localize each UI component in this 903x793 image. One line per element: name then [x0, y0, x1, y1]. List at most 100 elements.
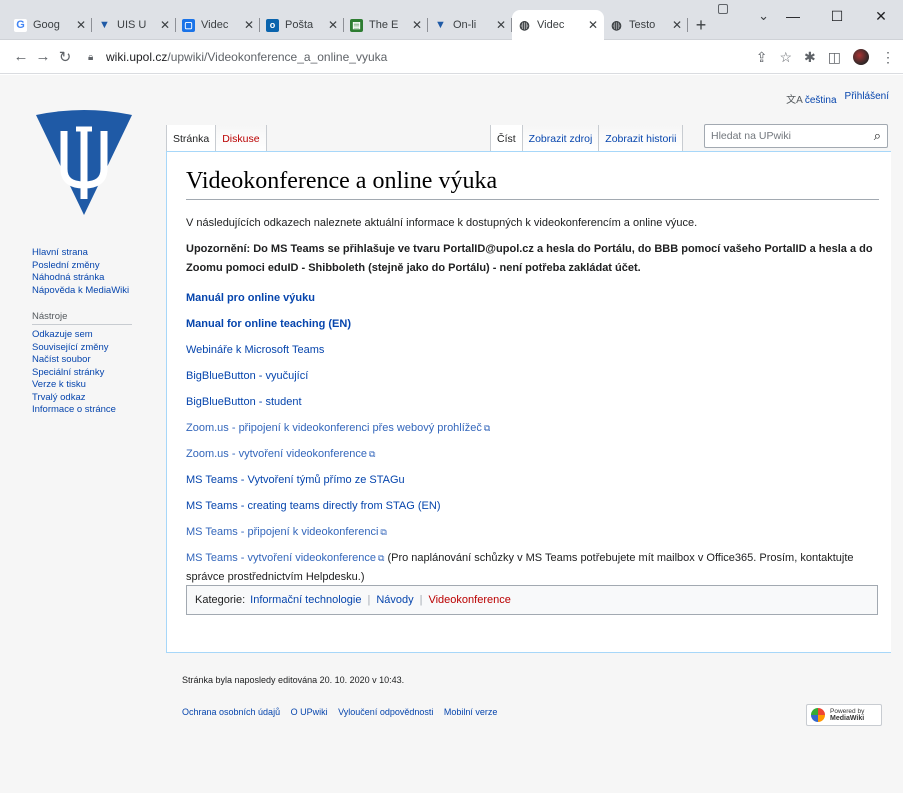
- language-icon: 文A: [786, 95, 803, 106]
- browser-tab[interactable]: ▼ On-li ✕: [428, 10, 512, 40]
- tab-title: Videc: [537, 19, 565, 31]
- language-link[interactable]: čeština: [805, 95, 837, 106]
- tab-view-source[interactable]: Zobrazit zdroj: [522, 125, 600, 151]
- link-teams-create[interactable]: MS Teams - vytvoření videokonference: [186, 552, 376, 564]
- mediawiki-label: MediaWiki: [830, 715, 865, 722]
- notice-text: Upozornění: Do MS Teams se přihlašuje ve…: [186, 243, 873, 274]
- browser-tab[interactable]: o Pošta ✕: [260, 10, 344, 40]
- link-bbb-teacher[interactable]: BigBlueButton - vyučující: [186, 370, 308, 382]
- link-zoom-create[interactable]: Zoom.us - vytvoření videokonference: [186, 448, 367, 460]
- sidebar-item-related-changes[interactable]: Související změny: [32, 342, 109, 353]
- upol-logo[interactable]: [34, 107, 134, 217]
- share-icon[interactable]: ⇪: [756, 49, 768, 66]
- link-list: Manuál pro online výuku Manual for onlin…: [186, 285, 879, 587]
- login-link[interactable]: Přihlášení: [845, 91, 889, 106]
- sidebar-item-printable[interactable]: Verze k tisku: [32, 379, 86, 390]
- forward-icon[interactable]: →: [32, 48, 54, 65]
- close-icon[interactable]: ✕: [588, 18, 598, 32]
- tab-discussion[interactable]: Diskuse: [216, 125, 267, 151]
- footer: Stránka byla naposledy editována 20. 10.…: [182, 675, 892, 717]
- category-guides[interactable]: Návody: [376, 594, 413, 606]
- tab-title: On-li: [453, 19, 477, 31]
- divider: |: [419, 594, 423, 606]
- external-link-icon: ⧉: [368, 449, 376, 459]
- side-panel-icon[interactable]: ◫: [828, 49, 841, 66]
- link-teams-webinars[interactable]: Webináře k Microsoft Teams: [186, 344, 324, 356]
- main-content: Videokonference a online výuka V následu…: [166, 151, 891, 653]
- address-bar[interactable]: 🔒︎ wiki.upol.cz/upwiki/Videokonference_a…: [88, 45, 738, 69]
- sidebar-item-random-page[interactable]: Náhodná stránka: [32, 272, 104, 283]
- tab-search-icon[interactable]: [718, 4, 728, 14]
- close-icon[interactable]: ✕: [672, 18, 682, 32]
- tab-title: Goog: [33, 19, 60, 31]
- tab-title: Testo: [629, 19, 656, 31]
- intro-text: V následujících odkazech naleznete aktuá…: [186, 217, 698, 229]
- toolbar-actions: ⇪ ☆ ✱ ◫ ⋮: [756, 40, 895, 74]
- category-label: Kategorie:: [195, 594, 246, 606]
- link-teams-stag-en[interactable]: MS Teams - creating teams directly from …: [186, 500, 440, 512]
- category-it[interactable]: Informační technologie: [250, 594, 361, 606]
- close-icon[interactable]: ✕: [244, 18, 254, 32]
- powered-by-mediawiki-badge[interactable]: Powered by MediaWiki: [806, 704, 882, 726]
- doc-icon: ▤: [350, 18, 363, 32]
- back-icon[interactable]: ←: [10, 48, 32, 65]
- close-window-icon[interactable]: ✕: [859, 0, 903, 32]
- sidebar-item-permalink[interactable]: Trvalý odkaz: [32, 392, 86, 403]
- chevron-down-icon[interactable]: ⌄: [758, 8, 769, 24]
- browser-tab[interactable]: ▤ The E ✕: [344, 10, 428, 40]
- url-domain: wiki.upol.cz: [106, 50, 168, 64]
- close-icon[interactable]: ✕: [160, 18, 170, 32]
- video-icon: ▢: [182, 18, 195, 32]
- menu-icon[interactable]: ⋮: [881, 49, 895, 66]
- tab-view-history[interactable]: Zobrazit historii: [599, 125, 684, 151]
- upol-icon: ▼: [99, 19, 110, 31]
- sidebar-item-page-info[interactable]: Informace o stránce: [32, 404, 116, 415]
- sidebar-item-help[interactable]: Nápověda k MediaWiki: [32, 285, 129, 296]
- lock-icon[interactable]: 🔒︎: [88, 52, 100, 63]
- sidebar-item-upload-file[interactable]: Načíst soubor: [32, 354, 91, 365]
- sidebar-item-what-links-here[interactable]: Odkazuje sem: [32, 329, 93, 340]
- browser-tab[interactable]: ◍ Testo ✕: [604, 10, 688, 40]
- link-zoom-browser[interactable]: Zoom.us - připojení k videokonferenci př…: [186, 422, 482, 434]
- browser-tab-active[interactable]: ◍ Videc ✕: [512, 10, 604, 40]
- sidebar-item-recent-changes[interactable]: Poslední změny: [32, 260, 100, 271]
- close-icon[interactable]: ✕: [412, 18, 422, 32]
- new-tab-button[interactable]: +: [688, 10, 714, 40]
- browser-tab[interactable]: G Goog ✕: [8, 10, 92, 40]
- link-teams-join[interactable]: MS Teams - připojení k videokonferenci: [186, 526, 378, 538]
- category-videoconference[interactable]: Videokonference: [428, 594, 510, 606]
- tab-page[interactable]: Stránka: [166, 125, 217, 151]
- upol-icon: ▼: [435, 19, 446, 31]
- footer-about-link[interactable]: O UPwiki: [291, 707, 328, 717]
- footer-places: Ochrana osobních údajů O UPwiki Vyloučen…: [182, 707, 892, 717]
- sidebar-item-special-pages[interactable]: Speciální stránky: [32, 367, 104, 378]
- google-icon: G: [14, 18, 27, 32]
- sidebar-item-main-page[interactable]: Hlavní strana: [32, 247, 88, 258]
- search-icon[interactable]: ⌕: [874, 128, 881, 144]
- sidebar: Hlavní strana Poslední změny Náhodná str…: [32, 247, 162, 417]
- close-icon[interactable]: ✕: [76, 18, 86, 32]
- close-icon[interactable]: ✕: [328, 18, 338, 32]
- tab-read[interactable]: Číst: [490, 125, 523, 151]
- avatar[interactable]: [853, 49, 869, 65]
- link-teams-stag-cz[interactable]: MS Teams - Vytvoření týmů přímo ze STAGu: [186, 474, 405, 486]
- link-manual-en[interactable]: Manual for online teaching (EN): [186, 318, 351, 330]
- footer-disclaimer-link[interactable]: Vyloučení odpovědnosti: [338, 707, 433, 717]
- browser-tab[interactable]: ▼ UIS U ✕: [92, 10, 176, 40]
- maximize-icon[interactable]: ☐: [815, 0, 859, 32]
- powered-by-label: Powered by: [830, 708, 865, 715]
- link-bbb-student[interactable]: BigBlueButton - student: [186, 396, 302, 408]
- sidebar-navigation: Hlavní strana Poslední změny Náhodná str…: [32, 247, 162, 297]
- footer-privacy-link[interactable]: Ochrana osobních údajů: [182, 707, 280, 717]
- extensions-icon[interactable]: ✱: [804, 49, 816, 66]
- footer-mobile-link[interactable]: Mobilní verze: [444, 707, 498, 717]
- reload-icon[interactable]: ↻: [54, 48, 76, 66]
- link-manual-cz[interactable]: Manuál pro online výuku: [186, 292, 315, 304]
- close-icon[interactable]: ✕: [496, 18, 506, 32]
- browser-tab[interactable]: ▢ Videc ✕: [176, 10, 260, 40]
- browser-toolbar: ← → ↻ 🔒︎ wiki.upol.cz/upwiki/Videokonfer…: [0, 40, 903, 74]
- star-icon[interactable]: ☆: [779, 49, 792, 66]
- page-title: Videokonference a online výuka: [186, 168, 879, 200]
- search-input[interactable]: Hledat na UPwiki ⌕: [704, 124, 888, 148]
- minimize-icon[interactable]: —: [771, 0, 815, 32]
